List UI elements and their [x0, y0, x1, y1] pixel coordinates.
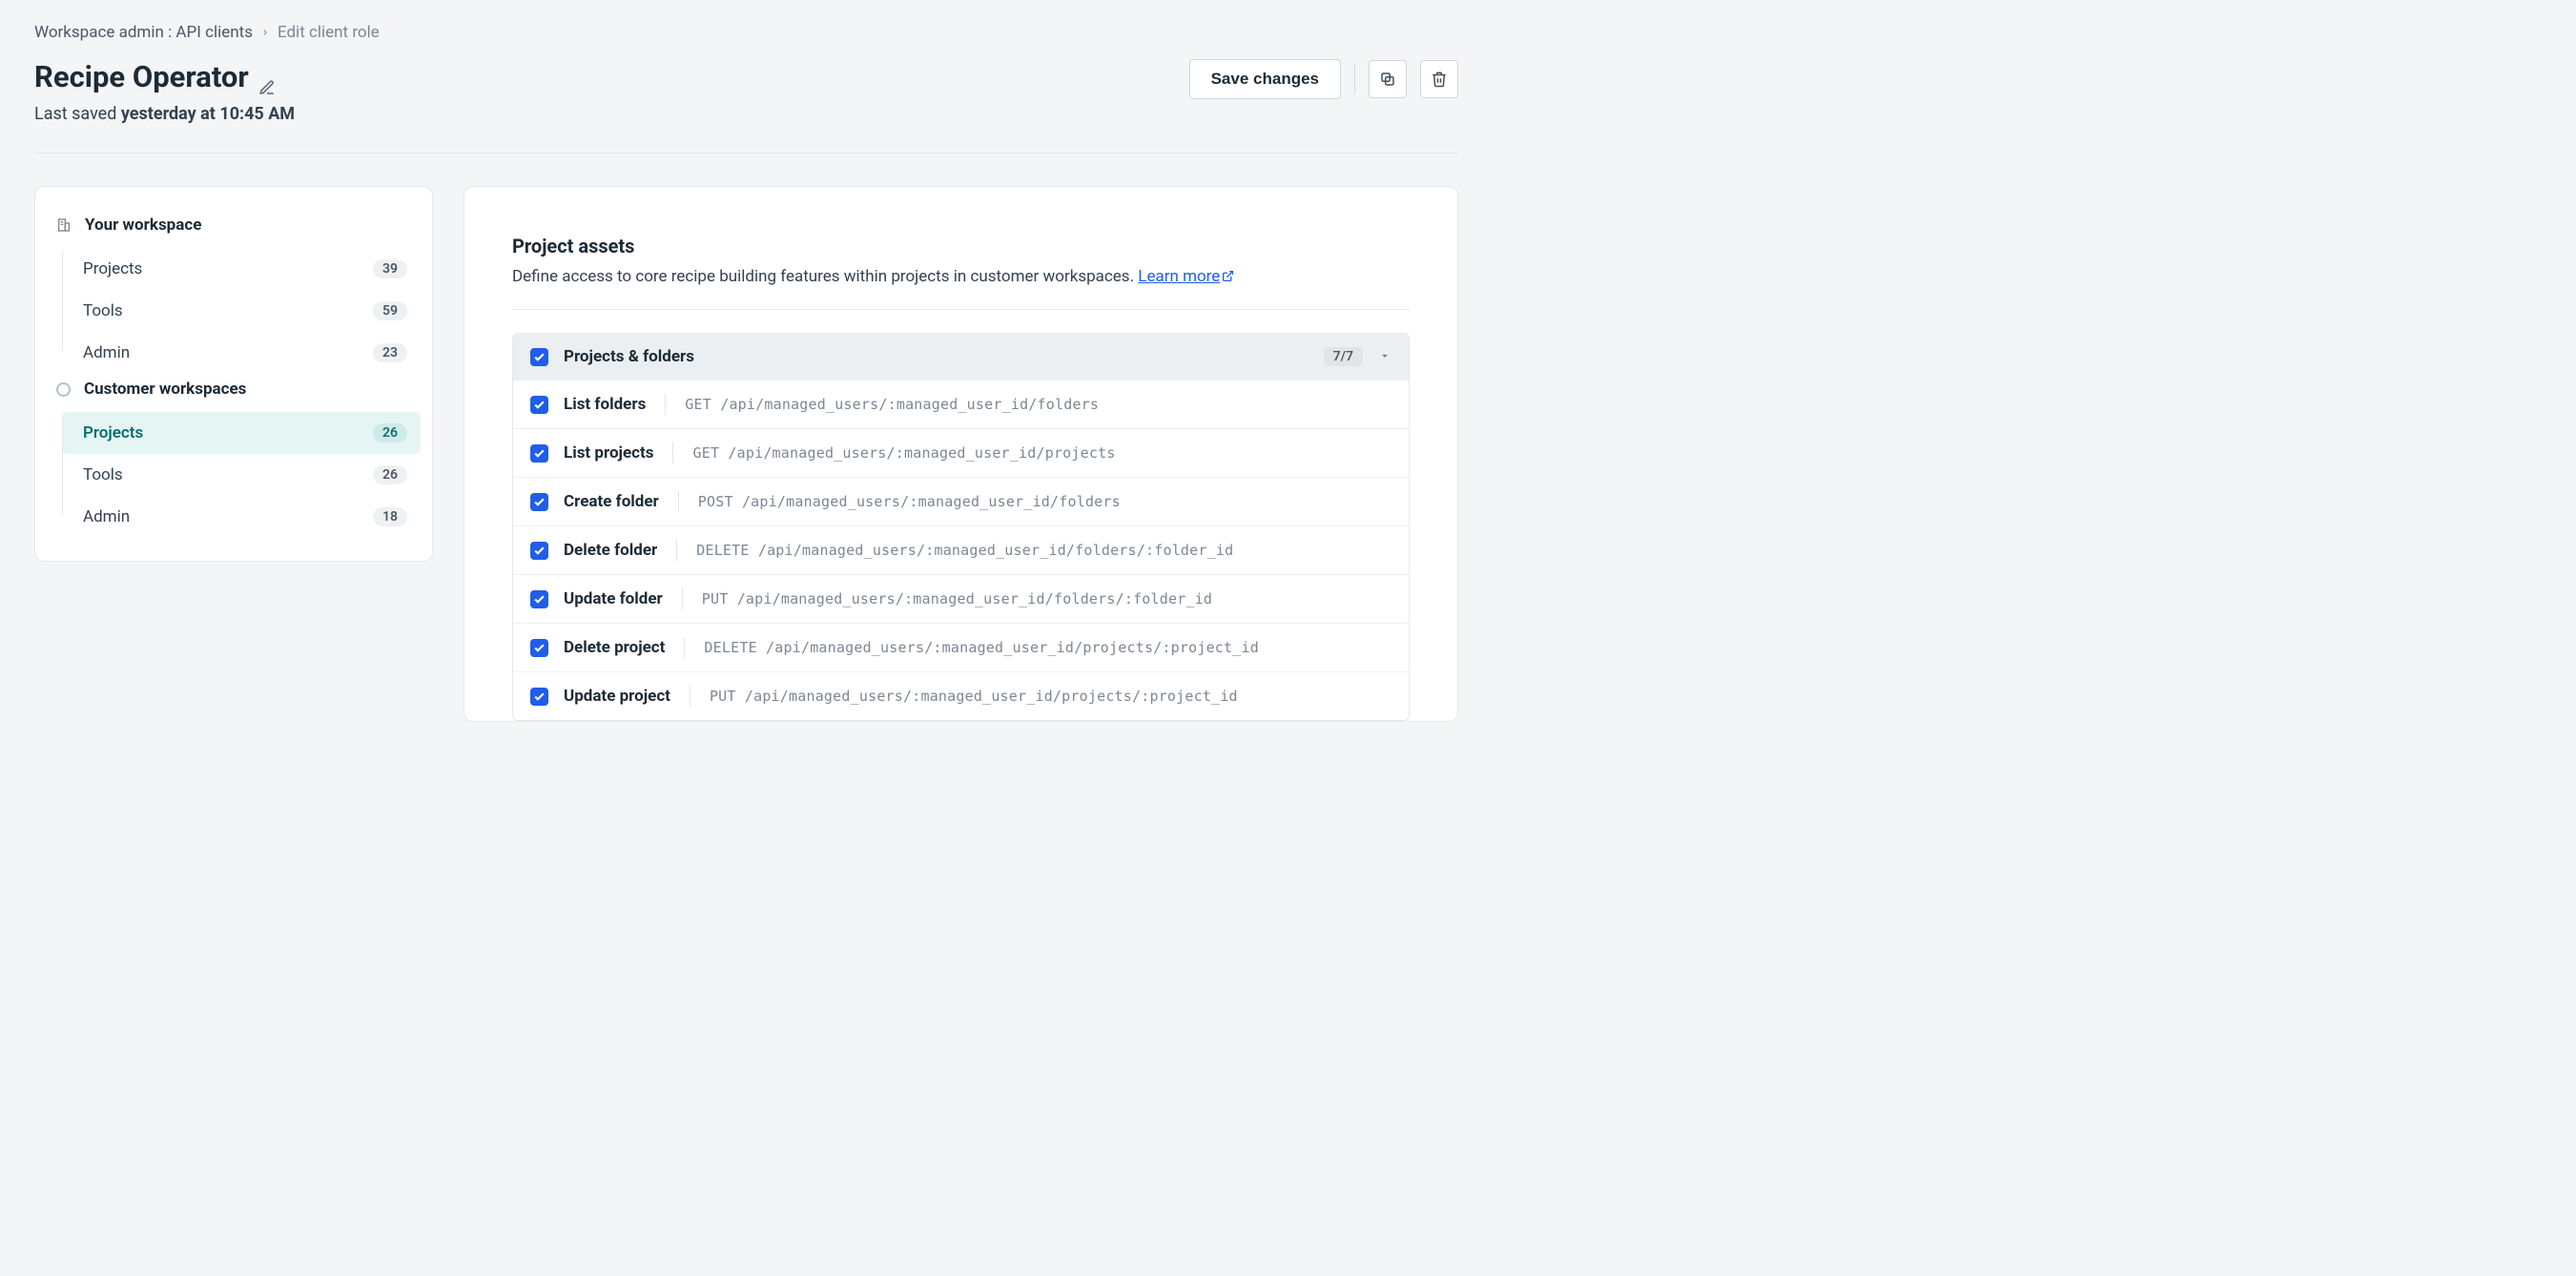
copy-icon: [1379, 71, 1396, 88]
sidebar-item-label: Admin: [83, 343, 130, 362]
sidebar-item-projects[interactable]: Projects 26: [62, 412, 421, 454]
sidebar-item-label: Projects: [83, 259, 142, 278]
permissions-panel: Projects & folders 7/7 List folders GET /…: [512, 333, 1410, 721]
delete-button[interactable]: [1420, 60, 1458, 98]
sidebar-item-admin[interactable]: Admin 18: [62, 496, 421, 538]
permission-checkbox[interactable]: [530, 639, 548, 657]
sidebar-item-tools[interactable]: Tools 59: [62, 290, 421, 332]
divider: [684, 637, 685, 658]
permission-name: Delete folder: [564, 541, 657, 560]
permission-name: Create folder: [564, 492, 659, 511]
breadcrumb-parent[interactable]: Workspace admin : API clients: [34, 23, 253, 42]
permission-row: Update project PUT /api/managed_users/:ma…: [513, 671, 1409, 720]
radio-icon: [56, 382, 71, 397]
permission-endpoint: GET /api/managed_users/:managed_user_id/…: [685, 396, 1099, 413]
main-panel: Project assets Define access to core rec…: [464, 186, 1458, 722]
divider: [672, 442, 673, 463]
permission-checkbox[interactable]: [530, 542, 548, 560]
divider: [682, 588, 683, 609]
permission-row: Create folder POST /api/managed_users/:ma…: [513, 477, 1409, 525]
sidebar-item-count: 26: [373, 423, 407, 442]
sidebar-item-label: Tools: [83, 301, 123, 320]
permission-name: Update folder: [564, 589, 663, 608]
page-title: Recipe Operator: [34, 59, 295, 94]
permission-endpoint: PUT /api/managed_users/:managed_user_id/…: [710, 688, 1238, 705]
sidebar-section-label: Your workspace: [85, 216, 201, 235]
permission-endpoint: POST /api/managed_users/:managed_user_id…: [698, 493, 1121, 510]
permission-checkbox[interactable]: [530, 444, 548, 463]
section-description: Define access to core recipe building fe…: [512, 267, 1410, 286]
permission-checkbox[interactable]: [530, 493, 548, 511]
permission-endpoint: PUT /api/managed_users/:managed_user_id/…: [702, 590, 1212, 607]
chevron-down-icon[interactable]: [1378, 348, 1391, 366]
sidebar-item-count: 26: [373, 465, 407, 484]
permission-row: Delete folder DELETE /api/managed_users/:…: [513, 525, 1409, 574]
section-heading: Project assets: [512, 235, 1410, 257]
divider: [678, 491, 679, 512]
sidebar-item-admin[interactable]: Admin 23: [62, 332, 421, 374]
edit-icon[interactable]: [258, 69, 276, 86]
permission-checkbox[interactable]: [530, 590, 548, 608]
copy-button[interactable]: [1369, 60, 1407, 98]
trash-icon: [1431, 71, 1448, 88]
permission-endpoint: DELETE /api/managed_users/:managed_user_…: [696, 542, 1233, 559]
section-description-text: Define access to core recipe building fe…: [512, 267, 1138, 286]
breadcrumb-current: Edit client role: [278, 23, 380, 42]
sidebar-section-customer-workspaces[interactable]: Customer workspaces: [47, 374, 421, 412]
save-button[interactable]: Save changes: [1189, 59, 1341, 99]
sidebar-item-label: Tools: [83, 465, 123, 484]
learn-more-text: Learn more: [1138, 267, 1220, 286]
permission-endpoint: DELETE /api/managed_users/:managed_user_…: [704, 639, 1259, 656]
sidebar-section-label: Customer workspaces: [84, 380, 246, 399]
divider: [34, 153, 1458, 154]
permission-row: List folders GET /api/managed_users/:mana…: [513, 380, 1409, 428]
permission-name: List projects: [564, 443, 653, 463]
sidebar-item-label: Projects: [83, 423, 143, 442]
sidebar-item-count: 59: [373, 301, 407, 320]
group-count-badge: 7/7: [1324, 347, 1363, 366]
permissions-group-header[interactable]: Projects & folders 7/7: [513, 334, 1409, 380]
sidebar-section-your-workspace[interactable]: Your workspace: [47, 210, 421, 248]
last-saved-prefix: Last saved: [34, 104, 121, 124]
last-saved-timestamp: yesterday at 10:45 AM: [121, 104, 295, 124]
sidebar: Your workspace Projects 39 Tools 59 Admin 23 Cu…: [34, 186, 433, 562]
page-title-text: Recipe Operator: [34, 59, 249, 94]
sidebar-item-count: 39: [373, 259, 407, 278]
building-icon: [56, 217, 72, 233]
divider: [512, 309, 1410, 310]
last-saved: Last saved yesterday at 10:45 AM: [34, 104, 295, 124]
chevron-right-icon: [260, 23, 270, 42]
sidebar-item-count: 18: [373, 507, 407, 526]
divider: [676, 540, 677, 561]
learn-more-link[interactable]: Learn more: [1138, 267, 1234, 286]
external-link-icon: [1222, 268, 1234, 280]
divider: [1354, 64, 1355, 94]
permission-endpoint: GET /api/managed_users/:managed_user_id/…: [692, 444, 1115, 462]
permission-checkbox[interactable]: [530, 396, 548, 414]
breadcrumb: Workspace admin : API clients Edit clien…: [34, 23, 1458, 42]
divider: [665, 394, 666, 415]
permission-name: Update project: [564, 687, 670, 706]
group-checkbox[interactable]: [530, 348, 548, 366]
sidebar-item-count: 23: [373, 343, 407, 362]
group-title: Projects & folders: [564, 347, 1309, 366]
permission-row: List projects GET /api/managed_users/:man…: [513, 428, 1409, 477]
sidebar-item-projects[interactable]: Projects 39: [62, 248, 421, 290]
sidebar-item-tools[interactable]: Tools 26: [62, 454, 421, 496]
permission-name: List folders: [564, 395, 646, 414]
permission-checkbox[interactable]: [530, 688, 548, 706]
sidebar-item-label: Admin: [83, 507, 130, 526]
permission-name: Delete project: [564, 638, 665, 657]
permission-row: Update folder PUT /api/managed_users/:man…: [513, 574, 1409, 623]
permission-row: Delete project DELETE /api/managed_users/…: [513, 623, 1409, 671]
